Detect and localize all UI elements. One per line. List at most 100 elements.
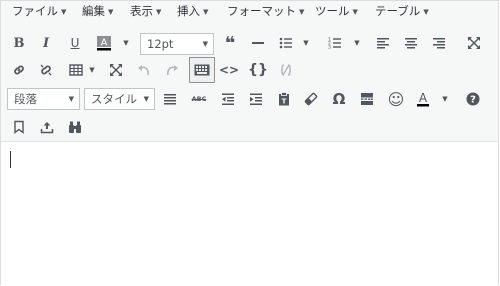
menu-tools[interactable]: ツール ▼	[315, 1, 358, 23]
menu-edit-label: 編集	[82, 4, 105, 18]
help-button[interactable]: ?	[461, 87, 485, 111]
font-size-value: 12pt	[147, 37, 174, 51]
menu-edit[interactable]: 編集 ▼	[82, 1, 113, 23]
bookmark-button[interactable]	[7, 115, 31, 139]
link-icon	[14, 65, 24, 75]
align-center-icon	[405, 38, 417, 49]
menu-insert-label: 挿入	[177, 4, 200, 18]
clear-formatting-button[interactable]	[299, 87, 323, 111]
underline-button[interactable]: U	[63, 31, 87, 55]
menu-insert[interactable]: 挿入 ▼	[177, 1, 208, 23]
source-code-button[interactable]: {}	[246, 58, 270, 82]
indent-icon	[250, 93, 262, 105]
chevron-down-icon: ▼	[203, 8, 209, 16]
eraser-icon	[304, 92, 318, 106]
menu-table[interactable]: テーブル ▼	[375, 1, 429, 23]
distraction-free-button[interactable]	[104, 58, 128, 82]
style-select[interactable]: スタイル ▼	[84, 88, 155, 110]
chevron-down-icon: ▼	[423, 8, 429, 16]
outdent-button[interactable]	[216, 87, 240, 111]
toolbar-toggle-button[interactable]	[189, 57, 215, 83]
keyboard-icon	[194, 64, 210, 76]
table-button[interactable]	[64, 58, 88, 82]
justify-button[interactable]	[158, 87, 182, 111]
fullscreen-button[interactable]	[462, 31, 486, 55]
numbered-list-button[interactable]: 123	[323, 31, 347, 55]
bookmark-icon	[14, 120, 24, 134]
insert-link-button[interactable]	[7, 58, 31, 82]
menu-format-label: フォーマット	[227, 4, 296, 18]
bullet-list-icon	[279, 37, 292, 49]
upload-icon	[40, 122, 54, 134]
text-color-dropdown[interactable]: ▼	[439, 87, 451, 111]
chevron-down-icon: ▼	[156, 8, 162, 16]
menubar: ファイル ▼ 編集 ▼ 表示 ▼ 挿入 ▼ フォーマット ▼ ツール ▼ テーブル ▼	[1, 1, 498, 23]
undo-button[interactable]	[132, 58, 156, 82]
horizontal-line-icon	[252, 42, 264, 44]
text-highlight-button[interactable]: A	[92, 31, 116, 55]
redo-button[interactable]	[160, 58, 184, 82]
font-size-select[interactable]: 12pt ▼	[140, 33, 214, 55]
chevron-down-icon: ▼	[68, 95, 74, 103]
strikeout-brace-icon	[280, 64, 292, 76]
insert-more-tag-button[interactable]	[355, 87, 379, 111]
svg-text:T: T	[282, 98, 287, 106]
menu-view-label: 表示	[130, 4, 153, 18]
text-color-icon: A	[417, 91, 429, 107]
unlink-icon	[40, 64, 52, 76]
fullscreen-icon	[468, 37, 480, 49]
svg-text:A: A	[101, 38, 108, 49]
emoticons-button[interactable]: ☺	[384, 87, 408, 111]
align-center-button[interactable]	[399, 31, 423, 55]
bullet-list-button[interactable]	[274, 31, 298, 55]
align-left-button[interactable]	[371, 31, 395, 55]
numbered-list-dropdown[interactable]: ▼	[351, 31, 363, 55]
bullet-list-dropdown[interactable]: ▼	[300, 31, 312, 55]
find-replace-button[interactable]	[63, 115, 87, 139]
upload-button[interactable]	[35, 115, 59, 139]
special-character-button[interactable]: Ω	[327, 87, 351, 111]
mark-button[interactable]	[274, 58, 298, 82]
menu-file[interactable]: ファイル ▼	[12, 1, 66, 23]
remove-link-button[interactable]	[34, 58, 58, 82]
strikethrough-button[interactable]: ABC	[187, 87, 211, 111]
highlight-color-dropdown[interactable]: ▼	[120, 31, 132, 55]
align-left-icon	[377, 38, 389, 49]
chevron-down-icon: ▼	[202, 40, 208, 48]
numbered-list-icon: 123	[328, 37, 341, 51]
align-right-button[interactable]	[427, 31, 451, 55]
read-more-icon	[361, 93, 373, 105]
table-dropdown[interactable]: ▼	[86, 58, 98, 82]
table-icon	[69, 64, 83, 76]
block-format-value: 段落	[14, 92, 37, 106]
chevron-down-icon: ▼	[61, 8, 67, 16]
chevron-down-icon: ▼	[143, 95, 149, 103]
indent-button[interactable]	[244, 87, 268, 111]
editor-content-area[interactable]	[1, 142, 498, 286]
menu-view[interactable]: 表示 ▼	[130, 1, 161, 23]
bold-button[interactable]: B	[7, 31, 31, 55]
paste-text-button[interactable]: T	[272, 87, 296, 111]
help-icon: ?	[466, 92, 480, 106]
expand-icon	[110, 64, 122, 76]
menu-file-label: ファイル	[12, 4, 58, 18]
block-format-select[interactable]: 段落 ▼	[7, 88, 80, 110]
blockquote-button[interactable]: ❝	[218, 31, 242, 55]
italic-button[interactable]: I	[34, 31, 58, 55]
align-justify-icon	[164, 94, 176, 105]
align-right-icon	[433, 38, 445, 49]
chevron-down-icon: ▼	[299, 8, 305, 16]
horizontal-line-button[interactable]	[246, 31, 270, 55]
svg-text:A: A	[419, 91, 428, 105]
undo-icon	[138, 65, 149, 76]
text-cursor	[10, 151, 11, 168]
text-color-button[interactable]: A	[411, 87, 435, 111]
code-button[interactable]: <>	[217, 58, 241, 82]
chevron-down-icon: ▼	[352, 8, 358, 16]
menu-table-label: テーブル	[375, 4, 421, 18]
svg-text:3: 3	[328, 45, 331, 51]
menu-format[interactable]: フォーマット ▼	[227, 1, 304, 23]
style-value: スタイル	[91, 92, 137, 106]
outdent-icon	[222, 93, 234, 105]
binoculars-icon	[69, 121, 81, 133]
